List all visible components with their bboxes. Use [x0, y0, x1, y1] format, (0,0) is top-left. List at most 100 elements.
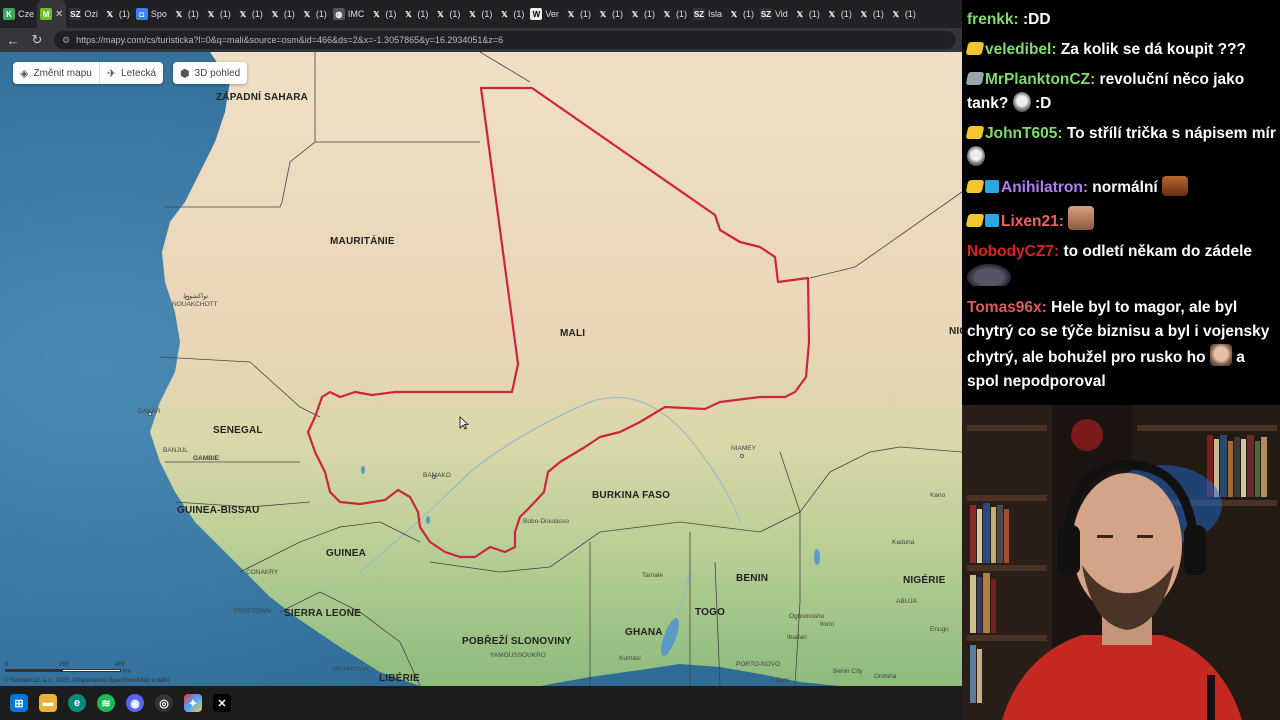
x-icon: 𝕏 [172, 8, 185, 20]
x-app-icon[interactable]: ✕ [213, 694, 231, 712]
copilot-icon[interactable]: ✦ [184, 694, 202, 712]
browser-tab[interactable]: 𝕏 (1) [170, 0, 202, 28]
browser-tab[interactable]: SZ Ozi [66, 0, 101, 28]
url-text: https://mapy.com/cs/turisticka?l=0&q=mal… [76, 35, 504, 45]
browser-tab[interactable]: ◘ Spo [133, 0, 170, 28]
browser-tab[interactable]: 𝕏 (1) [202, 0, 234, 28]
file-explorer-icon[interactable]: ▬ [39, 694, 57, 712]
layers-icon: ◈ [20, 67, 29, 80]
city-label: Kano [930, 492, 946, 499]
browser-tab[interactable]: 𝕏 (1) [594, 0, 626, 28]
url-field[interactable]: ⚙ https://mapy.com/cs/turisticka?l=0&q=m… [54, 31, 956, 49]
reload-icon[interactable]: ↻ [30, 32, 44, 48]
chat-username[interactable]: Tomas96x [967, 299, 1042, 316]
x-icon: 𝕏 [466, 8, 479, 20]
map-mode-switch: ◈ Změnit mapu ✈ Letecká [13, 62, 164, 84]
browser-tab[interactable]: 𝕏 (1) [431, 0, 463, 28]
city-label: Ilorin [820, 621, 835, 628]
chat-username[interactable]: JohnT605 [985, 125, 1057, 142]
browser-tab[interactable]: 𝕏 (1) [101, 0, 133, 28]
map-canvas[interactable]: ◈ Změnit mapu ✈ Letecká ⬢ 3D pohled ZÁPA… [0, 52, 962, 686]
browser-tab[interactable]: SZ Isla [690, 0, 725, 28]
sub-badge-icon [985, 180, 999, 193]
city-label: Enugu [930, 626, 949, 633]
x-icon: 𝕏 [596, 8, 609, 20]
chat-username[interactable]: veledibel [985, 41, 1051, 58]
chat-username[interactable]: frenkk [967, 11, 1014, 28]
tab-title: Spo [150, 9, 167, 19]
browser-tab[interactable]: 𝕏 (1) [791, 0, 823, 28]
city-label: PORTO-NOVO [736, 661, 781, 668]
edge-browser-icon[interactable]: e [68, 694, 86, 712]
city-label: DAKAR [138, 408, 161, 415]
windows-start-icon[interactable]: ⊞ [10, 694, 28, 712]
browser-tab[interactable]: 𝕏 (1) [725, 0, 757, 28]
site-info-icon[interactable]: ⚙ [62, 35, 70, 46]
tab-title: Isla [707, 9, 722, 19]
stream-chat: frenkk: :DD veledibel: Za kolik se dá kou… [962, 0, 1280, 405]
cube-icon: ⬢ [180, 67, 190, 80]
browser-tab[interactable]: SZ Vid [757, 0, 791, 28]
x-icon: 𝕏 [628, 8, 641, 20]
browser-tab[interactable]: W Ver [527, 0, 562, 28]
city-label: MONROVIA [333, 666, 369, 673]
city-label: Kumasi [619, 655, 641, 662]
browser-tab[interactable]: 𝕏 (1) [234, 0, 266, 28]
aerial-button[interactable]: ✈ Letecká [98, 62, 163, 84]
chat-username[interactable]: NobodyCZ7 [967, 243, 1054, 260]
city-label: Tamale [642, 572, 663, 579]
spotify-icon[interactable]: ≋ [97, 694, 115, 712]
tab-bar: K Cze M ✕ SZ Ozi 𝕏 (1) ◘ Spo 𝕏 (1) 𝕏 (1) 𝕏 (1) 𝕏 (1) 𝕏 (1) ◍… [0, 0, 962, 28]
tab-title: (1) [385, 9, 397, 19]
scale-mid: 200 [59, 662, 70, 668]
chat-username[interactable]: Anihilatron [1001, 179, 1083, 196]
tab-title: (1) [481, 9, 493, 19]
mouse-cursor-icon [459, 416, 469, 430]
map-attribution[interactable]: © Seznam.cz, a.s., 2025, Přispěvatelé Op… [4, 678, 169, 684]
browser-tab[interactable]: 𝕏 (1) [495, 0, 527, 28]
chat-emote-icon [1068, 206, 1095, 230]
chat-username[interactable]: Lixen21 [1001, 213, 1059, 230]
browser-tab[interactable]: 𝕏 (1) [887, 0, 919, 28]
obs-icon[interactable]: ◎ [155, 694, 173, 712]
chat-message: MrPlanktonCZ: revoluční něco jako tank? … [965, 71, 1245, 112]
country-label: MALI [560, 328, 586, 339]
browser-tab[interactable]: 𝕏 (1) [298, 0, 330, 28]
sz-icon: SZ [759, 8, 772, 20]
chat-emote-icon [967, 146, 985, 166]
map-scale: 0 200 400 km [5, 662, 131, 675]
browser-tab[interactable]: 𝕏 (1) [626, 0, 658, 28]
city-label: Kaduna [892, 539, 915, 546]
tab-title: (1) [283, 9, 295, 19]
browser-tab[interactable]: ◍ IMC [330, 0, 368, 28]
webcam-feed [962, 405, 1280, 720]
browser-tab[interactable]: 𝕏 (1) [658, 0, 690, 28]
tab-title: (1) [840, 9, 852, 19]
country-label: NIG [949, 326, 962, 337]
chat-text: To střílí trička s nápisem mír [1066, 125, 1276, 142]
close-tab-icon[interactable]: ✕ [55, 9, 63, 20]
browser-tab[interactable]: 𝕏 (1) [562, 0, 594, 28]
chat-username[interactable]: MrPlanktonCZ [985, 71, 1090, 88]
x-icon: 𝕏 [402, 8, 415, 20]
change-map-button[interactable]: ◈ Změnit mapu [13, 62, 99, 84]
browser-tab[interactable]: 𝕏 (1) [367, 0, 399, 28]
browser-tab[interactable]: 𝕏 (1) [399, 0, 431, 28]
address-bar: ← ↻ ⚙ https://mapy.com/cs/turisticka?l=0… [0, 28, 962, 52]
browser-tab[interactable]: M ✕ [37, 0, 67, 28]
country-label: POBŘEŽÍ SLONOVINY [462, 636, 572, 647]
country-label: GHANA [625, 627, 663, 638]
k-green-icon: K [3, 8, 15, 20]
x-icon: 𝕏 [660, 8, 673, 20]
browser-tab[interactable]: 𝕏 (1) [463, 0, 495, 28]
x-icon: 𝕏 [727, 8, 740, 20]
browser-tab[interactable]: K Cze [0, 0, 37, 28]
browser-tab[interactable]: 𝕏 (1) [823, 0, 855, 28]
browser-tab[interactable]: 𝕏 (1) [266, 0, 298, 28]
tab-title: (1) [417, 9, 429, 19]
browser-tab[interactable]: 𝕏 (1) [855, 0, 887, 28]
view3d-button[interactable]: ⬢ 3D pohled [173, 62, 248, 84]
back-icon[interactable]: ← [6, 33, 20, 48]
discord-icon[interactable]: ◉ [126, 694, 144, 712]
tab-title: (1) [808, 9, 820, 19]
